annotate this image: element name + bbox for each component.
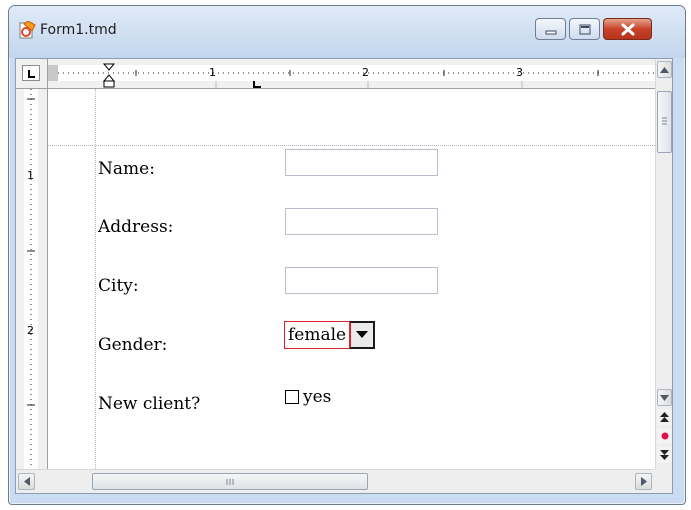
minimize-button[interactable] [535,18,566,40]
name-input[interactable] [285,149,438,176]
close-icon [621,23,635,36]
new-client-checkbox-group[interactable]: yes [285,385,331,409]
gender-label: Gender: [98,335,168,355]
dropdown-arrow-icon[interactable] [349,321,376,349]
tab-stop-selector[interactable] [22,65,40,81]
chevron-left-icon [23,477,30,486]
new-client-label: New client? [98,394,201,414]
scroll-left-button[interactable] [18,473,35,490]
vertical-scroll-thumb[interactable] [657,91,672,153]
vertical-ruler[interactable]: 1 2 [16,89,48,469]
title-bar[interactable]: Form1.tmd [9,6,685,58]
address-label: Address: [98,217,174,237]
browse-object-icon [661,432,668,440]
indent-marker-icon[interactable] [102,59,116,89]
scroll-up-button[interactable] [657,61,672,78]
gender-select[interactable]: female [284,321,376,349]
address-input[interactable] [285,208,438,235]
next-page-button[interactable] [657,447,672,463]
new-client-checkbox[interactable] [285,390,299,404]
app-window: Form1.tmd 1 2 3 1 2 Name: Address: City:… [8,5,686,505]
scrollbar-corner [655,469,672,493]
city-label: City: [98,276,139,296]
chevron-up-icon [660,66,669,73]
scroll-down-button[interactable] [657,389,672,406]
horizontal-ruler[interactable]: 1 2 3 [48,59,655,89]
close-button[interactable] [603,18,652,40]
scroll-right-button[interactable] [635,473,652,490]
ruler-label-2: 2 [362,66,369,79]
double-down-icon [660,450,669,460]
ruler-label-1: 1 [209,66,216,79]
chevron-right-icon [640,477,647,486]
select-browse-object-button[interactable] [657,428,672,444]
name-label: Name: [98,159,155,179]
top-margin-guide [48,145,655,146]
horizontal-scrollbar[interactable] [16,469,655,493]
grip-icon [662,117,667,125]
left-margin-guide [95,89,96,469]
horizontal-scroll-thumb[interactable] [92,473,368,490]
maximize-icon [579,24,591,35]
tab-left-icon [28,70,35,78]
vruler-label-2: 2 [27,324,34,337]
double-up-icon [660,412,669,422]
city-input[interactable] [285,267,438,294]
maximize-button[interactable] [569,18,600,40]
document-client-area: 1 2 3 1 2 Name: Address: City: Gender: f… [15,58,673,494]
ruler-label-3: 3 [516,66,523,79]
previous-page-button[interactable] [657,409,672,425]
new-client-checkbox-label: yes [303,387,332,407]
minimize-icon [545,30,557,35]
chevron-down-icon [660,394,669,401]
grip-icon [226,478,234,485]
document-app-icon[interactable] [19,20,36,39]
gender-selected-value: female [284,321,350,349]
ruler-corner [16,59,48,89]
vruler-label-1: 1 [27,169,34,182]
form-page[interactable]: Name: Address: City: Gender: female New … [48,89,655,469]
vertical-scrollbar[interactable] [655,59,672,469]
window-title: Form1.tmd [40,22,117,38]
